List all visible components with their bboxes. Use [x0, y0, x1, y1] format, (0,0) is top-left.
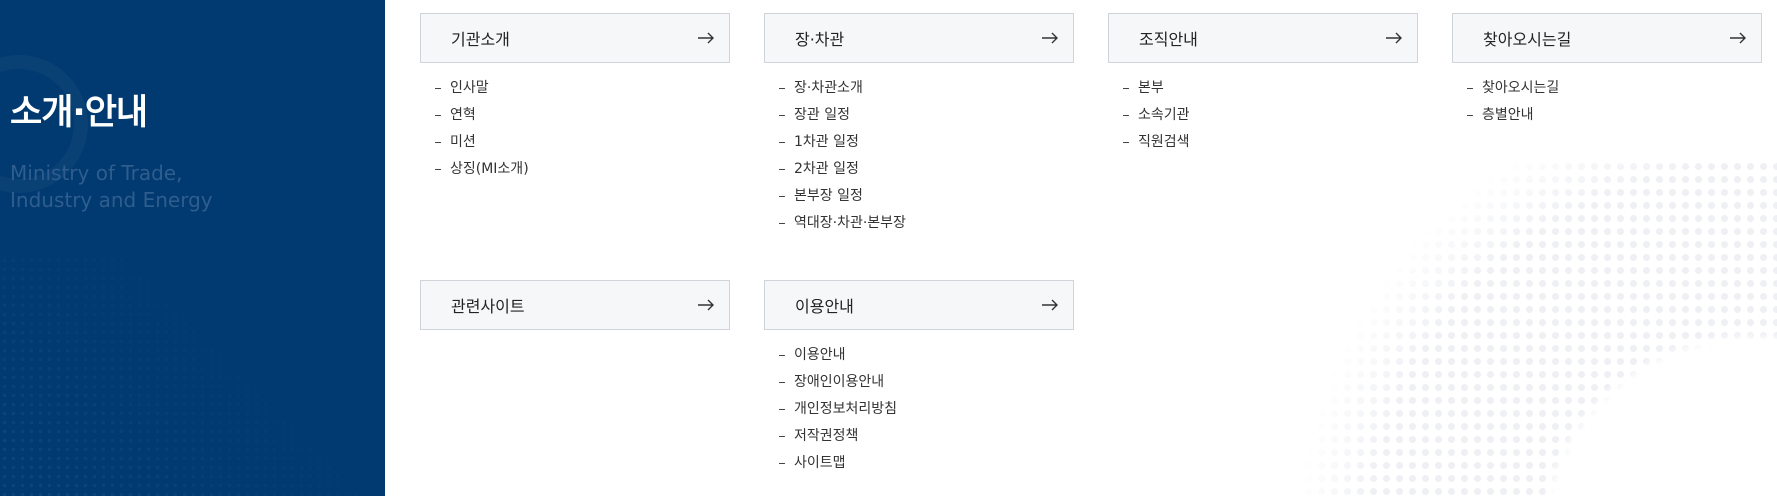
item-label: 사이트맵 — [794, 455, 846, 471]
dash-bullet — [779, 382, 785, 383]
ministry-name: Ministry of Trade, Industry and Energy — [10, 160, 370, 214]
dash-bullet — [435, 88, 441, 89]
intro-panel: 소개·안내 Ministry of Trade, Industry and En… — [0, 0, 385, 496]
list-item-minister-intro[interactable]: 장·차관소개 — [764, 75, 1074, 102]
dash-bullet — [779, 223, 785, 224]
item-label: 찾아오시는길 — [1482, 80, 1560, 96]
page-title: 소개·안내 — [10, 93, 148, 133]
dash-bullet — [779, 115, 785, 116]
dash-bullet — [779, 436, 785, 437]
section-links: 본부 소속기관 직원검색 — [1108, 75, 1418, 156]
section-title: 찾아오시는길 — [1483, 30, 1572, 49]
list-item-usage-guide[interactable]: 이용안내 — [764, 342, 1074, 369]
section-header-directions[interactable]: 찾아오시는길 — [1452, 13, 1762, 63]
ministry-name-line-1: Ministry of Trade, — [10, 161, 183, 185]
dash-bullet — [779, 196, 785, 197]
list-item-symbol[interactable]: 상징(MI소개) — [420, 156, 730, 183]
section-title: 조직안내 — [1139, 30, 1198, 49]
section-header-related-sites[interactable]: 관련사이트 — [420, 280, 730, 330]
dash-bullet — [435, 115, 441, 116]
item-label: 소속기관 — [1138, 107, 1190, 123]
list-item-affiliated-agencies[interactable]: 소속기관 — [1108, 102, 1418, 129]
section-ministers: 장·차관 장·차관소개 장관 일정 1차관 일정 2차관 일정 본부장 일정 역… — [764, 13, 1074, 237]
item-label: 역대장·차관·본부장 — [794, 215, 906, 231]
list-item-headquarters[interactable]: 본부 — [1108, 75, 1418, 102]
dash-bullet — [435, 169, 441, 170]
section-links: 이용안내 장애인이용안내 개인정보처리방침 저작권정책 사이트맵 — [764, 342, 1074, 477]
arrow-right-icon — [698, 299, 714, 311]
section-organization-guide: 조직안내 본부 소속기관 직원검색 — [1108, 13, 1418, 156]
section-title: 기관소개 — [451, 30, 510, 49]
section-related-sites: 관련사이트 — [420, 280, 730, 330]
section-header-ministers[interactable]: 장·차관 — [764, 13, 1074, 63]
dash-bullet — [779, 409, 785, 410]
dash-bullet — [1123, 142, 1129, 143]
list-item-director-schedule[interactable]: 본부장 일정 — [764, 183, 1074, 210]
item-label: 상징(MI소개) — [450, 161, 529, 177]
list-item-second-vice-schedule[interactable]: 2차관 일정 — [764, 156, 1074, 183]
dash-bullet — [1123, 88, 1129, 89]
item-label: 본부장 일정 — [794, 188, 863, 204]
section-header-usage-guide[interactable]: 이용안내 — [764, 280, 1074, 330]
section-title: 장·차관 — [795, 30, 845, 49]
item-label: 장관 일정 — [794, 107, 850, 123]
section-links: 찾아오시는길 층별안내 — [1452, 75, 1762, 129]
ministry-name-line-2: Industry and Energy — [10, 188, 213, 212]
arrow-right-icon — [1386, 32, 1402, 44]
list-item-first-vice-schedule[interactable]: 1차관 일정 — [764, 129, 1074, 156]
list-item-accessibility-guide[interactable]: 장애인이용안내 — [764, 369, 1074, 396]
section-title: 이용안내 — [795, 297, 854, 316]
item-label: 장·차관소개 — [794, 80, 863, 96]
item-label: 층별안내 — [1482, 107, 1534, 123]
section-links: 장·차관소개 장관 일정 1차관 일정 2차관 일정 본부장 일정 역대장·차관… — [764, 75, 1074, 237]
arrow-right-icon — [1042, 32, 1058, 44]
list-item-past-officials[interactable]: 역대장·차관·본부장 — [764, 210, 1074, 237]
item-label: 본부 — [1138, 80, 1164, 96]
arrow-right-icon — [1042, 299, 1058, 311]
item-label: 개인정보처리방침 — [794, 401, 898, 417]
list-item-greeting[interactable]: 인사말 — [420, 75, 730, 102]
item-label: 인사말 — [450, 80, 489, 96]
list-item-floor-guide[interactable]: 층별안내 — [1452, 102, 1762, 129]
arrow-right-icon — [698, 32, 714, 44]
section-directions: 찾아오시는길 찾아오시는길 층별안내 — [1452, 13, 1762, 129]
item-label: 2차관 일정 — [794, 161, 859, 177]
item-label: 장애인이용안내 — [794, 374, 885, 390]
list-item-staff-search[interactable]: 직원검색 — [1108, 129, 1418, 156]
list-item-mission[interactable]: 미션 — [420, 129, 730, 156]
item-label: 1차관 일정 — [794, 134, 859, 150]
arrow-right-icon — [1730, 32, 1746, 44]
list-item-copyright-policy[interactable]: 저작권정책 — [764, 423, 1074, 450]
dash-bullet — [435, 142, 441, 143]
dash-bullet — [779, 169, 785, 170]
dash-bullet — [779, 88, 785, 89]
decorative-dot-pattern — [0, 256, 385, 496]
dash-bullet — [779, 142, 785, 143]
section-usage-guide: 이용안내 이용안내 장애인이용안내 개인정보처리방침 저작권정책 사이트맵 — [764, 280, 1074, 477]
item-label: 미션 — [450, 134, 476, 150]
list-item-directions[interactable]: 찾아오시는길 — [1452, 75, 1762, 102]
list-item-minister-schedule[interactable]: 장관 일정 — [764, 102, 1074, 129]
item-label: 이용안내 — [794, 347, 846, 363]
dash-bullet — [779, 463, 785, 464]
dash-bullet — [779, 355, 785, 356]
section-title: 관련사이트 — [451, 297, 525, 316]
dash-bullet — [1467, 88, 1473, 89]
background-dot-arc — [1250, 160, 1777, 496]
section-organization-intro: 기관소개 인사말 연혁 미션 상징(MI소개) — [420, 13, 730, 183]
item-label: 저작권정책 — [794, 428, 859, 444]
dash-bullet — [1123, 115, 1129, 116]
list-item-privacy-policy[interactable]: 개인정보처리방침 — [764, 396, 1074, 423]
section-header-organization-guide[interactable]: 조직안내 — [1108, 13, 1418, 63]
item-label: 연혁 — [450, 107, 476, 123]
list-item-sitemap[interactable]: 사이트맵 — [764, 450, 1074, 477]
item-label: 직원검색 — [1138, 134, 1190, 150]
section-links: 인사말 연혁 미션 상징(MI소개) — [420, 75, 730, 183]
dash-bullet — [1467, 115, 1473, 116]
section-header-organization-intro[interactable]: 기관소개 — [420, 13, 730, 63]
list-item-history[interactable]: 연혁 — [420, 102, 730, 129]
